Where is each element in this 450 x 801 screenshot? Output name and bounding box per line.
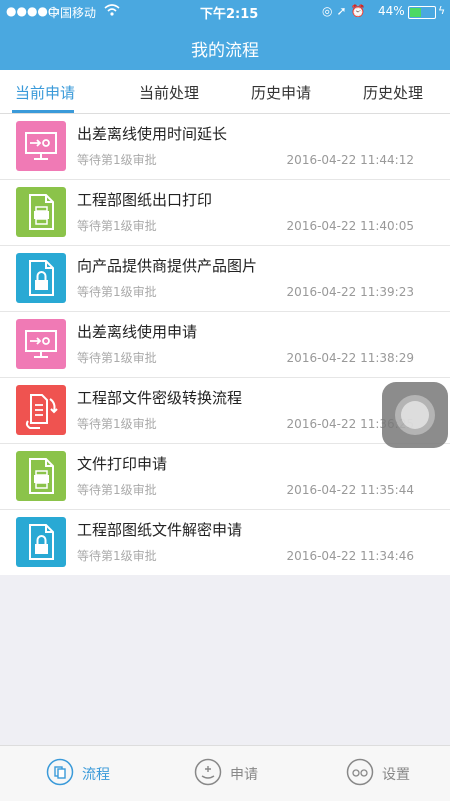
print-document-icon (16, 451, 66, 501)
print-document-icon (16, 187, 66, 237)
item-title: 工程部图纸文件解密申请 (77, 521, 243, 539)
lock-document-icon (16, 517, 66, 567)
item-date: 2016-04-22 11:44:12 (286, 153, 414, 167)
list-item[interactable]: 出差离线使用申请等待第1级审批 2016-04-22 11:38:29 (0, 312, 450, 378)
item-title: 工程部文件密级转换流程 (77, 389, 243, 407)
bottom-nav: 流程 申请 设置 (0, 745, 450, 801)
item-title: 出差离线使用时间延长 (77, 125, 228, 143)
process-list: 出差离线使用时间延长等待第1级审批 2016-04-22 11:44:12 工程部图… (0, 114, 450, 575)
item-status: 等待第1级审批 (77, 417, 157, 431)
monitor-icon (16, 121, 66, 171)
tab-history-apply[interactable]: 历史申请 (236, 82, 326, 103)
item-date: 2016-04-22 11:34:46 (286, 549, 414, 563)
charging-icon: ϟ (438, 4, 446, 17)
battery-icon (408, 6, 436, 19)
wifi-icon (104, 3, 120, 20)
header: ●●●●○ 中国移动 下午2:15 ◎➚⏰ 44% ϟ 我的流程 (0, 0, 450, 70)
item-date: 2016-04-22 11:38:29 (286, 351, 414, 365)
page-title: 我的流程 (191, 41, 259, 61)
tab-current-process[interactable]: 当前处理 (124, 82, 214, 103)
item-title: 出差离线使用申请 (77, 323, 198, 341)
assistive-touch-button[interactable] (382, 382, 448, 448)
item-date: 2016-04-22 11:39:23 (286, 285, 414, 299)
tab-bar: 当前申请 当前处理 历史申请 历史处理 (0, 70, 450, 114)
nav-apply-label: 申请 (230, 767, 258, 783)
item-title: 向产品提供商提供产品图片 (77, 257, 258, 275)
item-status: 等待第1级审批 (77, 285, 157, 299)
nav-settings-label: 设置 (382, 767, 410, 783)
convert-document-icon (16, 385, 66, 435)
status-indicators-icon: ◎➚⏰ (322, 4, 370, 18)
nav-flow-label: 流程 (82, 767, 110, 783)
tab-current-apply[interactable]: 当前申请 (0, 82, 90, 103)
tab-active-indicator (12, 110, 74, 113)
item-date: 2016-04-22 11:35:44 (286, 483, 414, 497)
monitor-icon (16, 319, 66, 369)
item-status: 等待第1级审批 (77, 483, 157, 497)
item-date: 2016-04-22 11:40:05 (286, 219, 414, 233)
status-bar: ●●●●○ 中国移动 下午2:15 ◎➚⏰ 44% ϟ (0, 0, 450, 22)
list-item[interactable]: 文件打印申请等待第1级审批 2016-04-22 11:35:44 (0, 444, 450, 510)
list-item[interactable]: 向产品提供商提供产品图片等待第1级审批 2016-04-22 11:39:23 (0, 246, 450, 312)
status-time: 下午2:15 (200, 7, 259, 22)
flow-icon (46, 758, 74, 786)
item-title: 工程部图纸出口打印 (77, 191, 213, 209)
battery-percent: 44% (378, 4, 405, 18)
lock-document-icon (16, 253, 66, 303)
item-status: 等待第1级审批 (77, 219, 157, 233)
apply-icon (194, 758, 222, 786)
list-item[interactable]: 工程部图纸出口打印等待第1级审批 2016-04-22 11:40:05 (0, 180, 450, 246)
list-item[interactable]: 工程部图纸文件解密申请等待第1级审批 2016-04-22 11:34:46 (0, 510, 450, 575)
carrier-label: 中国移动 (48, 6, 97, 20)
settings-icon (346, 758, 374, 786)
tab-history-process[interactable]: 历史处理 (348, 82, 438, 103)
item-status: 等待第1级审批 (77, 153, 157, 167)
item-status: 等待第1级审批 (77, 351, 157, 365)
item-status: 等待第1级审批 (77, 549, 157, 563)
list-item[interactable]: 出差离线使用时间延长等待第1级审批 2016-04-22 11:44:12 (0, 114, 450, 180)
item-title: 文件打印申请 (77, 455, 168, 473)
